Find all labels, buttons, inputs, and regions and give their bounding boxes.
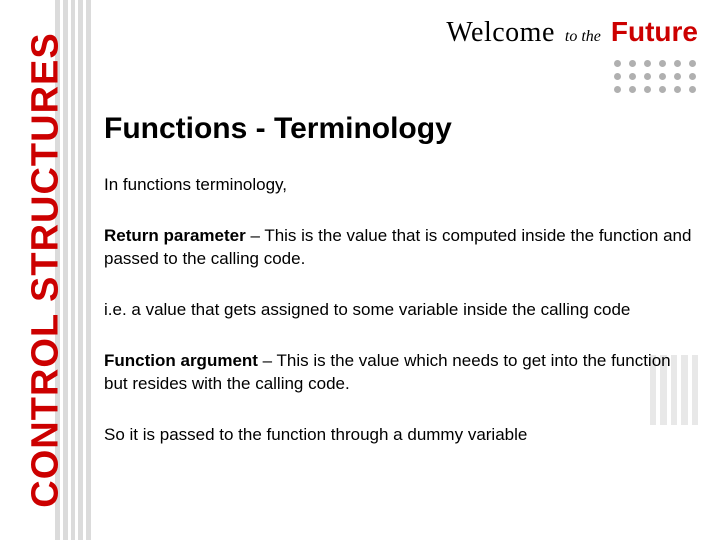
return-param-term: Return parameter: [104, 226, 246, 245]
sidebar-label: CONTROL STRUCTURES: [25, 32, 68, 507]
content: Functions - Terminology In functions ter…: [104, 112, 694, 475]
function-arg-term: Function argument: [104, 351, 258, 370]
function-arg-note: So it is passed to the function through …: [104, 424, 694, 447]
sidebar: CONTROL STRUCTURES: [0, 0, 92, 540]
slide: CONTROL STRUCTURES Welcome to the Future…: [0, 0, 720, 540]
slide-title: Functions - Terminology: [104, 112, 694, 146]
tothe-word: to the: [565, 28, 601, 46]
intro-paragraph: In functions terminology,: [104, 174, 694, 197]
welcome-line: Welcome to the Future: [446, 16, 698, 49]
future-word: Future: [611, 16, 698, 48]
header: Welcome to the Future: [446, 16, 698, 49]
dot-grid-icon: [614, 60, 696, 93]
function-arg-paragraph: Function argument – This is the value wh…: [104, 350, 694, 396]
return-param-note: i.e. a value that gets assigned to some …: [104, 299, 694, 322]
return-param-paragraph: Return parameter – This is the value tha…: [104, 225, 694, 271]
welcome-word: Welcome: [446, 17, 555, 49]
